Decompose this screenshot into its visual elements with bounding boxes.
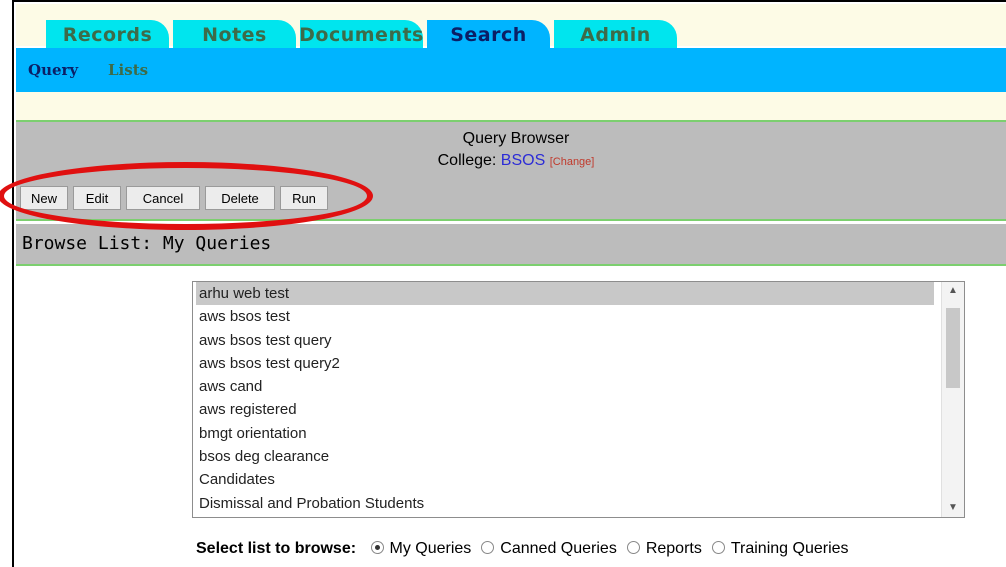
list-item[interactable]: arhu web test (196, 282, 934, 306)
edit-button[interactable]: Edit (73, 186, 121, 210)
list-item[interactable]: aws bsos test query (196, 329, 934, 352)
spacer-bar (16, 92, 1006, 120)
sub-navigation: Query Lists (16, 48, 1006, 92)
app-window: Records Notes Documents Search Admin Que… (12, 0, 1006, 567)
scroll-up-icon[interactable]: ▲ (942, 282, 964, 300)
scroll-thumb[interactable] (946, 308, 960, 388)
query-browser-panel: Query Browser College: BSOS [Change] New… (16, 120, 1006, 221)
college-line: College: BSOS [Change] (16, 152, 1006, 170)
change-college-link[interactable]: [Change] (550, 156, 595, 168)
radio-label: Canned Queries (500, 540, 617, 557)
browse-list-header: Browse List: My Queries (16, 224, 1006, 266)
radio-my-queries[interactable] (370, 541, 384, 554)
tab-notes[interactable]: Notes (173, 20, 296, 50)
browse-list-label: Browse List: My Queries (22, 233, 272, 254)
list-item[interactable]: bsos deg clearance (196, 445, 934, 468)
college-value: BSOS (500, 152, 546, 169)
tab-search[interactable]: Search (427, 20, 550, 50)
scroll-down-icon[interactable]: ▼ (942, 499, 964, 517)
listbox-scrollbar[interactable]: ▲ ▼ (941, 282, 964, 517)
select-list-label: Select list to browse: (196, 540, 357, 557)
radio-label: Training Queries (730, 540, 849, 557)
subnav-query[interactable]: Query (28, 61, 78, 79)
radio-canned-queries[interactable] (481, 541, 495, 554)
query-list: arhu web test aws bsos test aws bsos test … (196, 282, 934, 515)
list-item[interactable]: Dismissal and Probation Students (196, 492, 934, 515)
tab-admin[interactable]: Admin (554, 20, 677, 50)
radio-reports[interactable] (626, 541, 640, 554)
select-list-row: Select list to browse: My Queries Canned … (196, 540, 849, 564)
tab-bar: Records Notes Documents Search Admin (16, 4, 1006, 50)
query-browser-title: Query Browser (462, 130, 570, 147)
list-item[interactable]: Candidates (196, 468, 934, 491)
tab-records[interactable]: Records (46, 20, 169, 50)
list-item[interactable]: aws bsos test query2 (196, 352, 934, 375)
new-button[interactable]: New (20, 186, 68, 210)
list-item[interactable]: aws cand (196, 375, 934, 398)
query-listbox[interactable]: arhu web test aws bsos test aws bsos test … (192, 281, 965, 518)
tab-documents[interactable]: Documents (299, 20, 423, 50)
radio-label: Reports (645, 540, 702, 557)
run-button[interactable]: Run (280, 186, 328, 210)
delete-button[interactable]: Delete (205, 186, 275, 210)
college-label: College: (437, 152, 497, 169)
list-item[interactable]: aws registered (196, 398, 934, 421)
list-item[interactable]: bmgt orientation (196, 422, 934, 445)
radio-training-queries[interactable] (711, 541, 725, 554)
list-item[interactable]: aws bsos test (196, 305, 934, 328)
radio-label: My Queries (389, 540, 472, 557)
cancel-button[interactable]: Cancel (126, 186, 200, 210)
subnav-lists[interactable]: Lists (108, 61, 148, 79)
